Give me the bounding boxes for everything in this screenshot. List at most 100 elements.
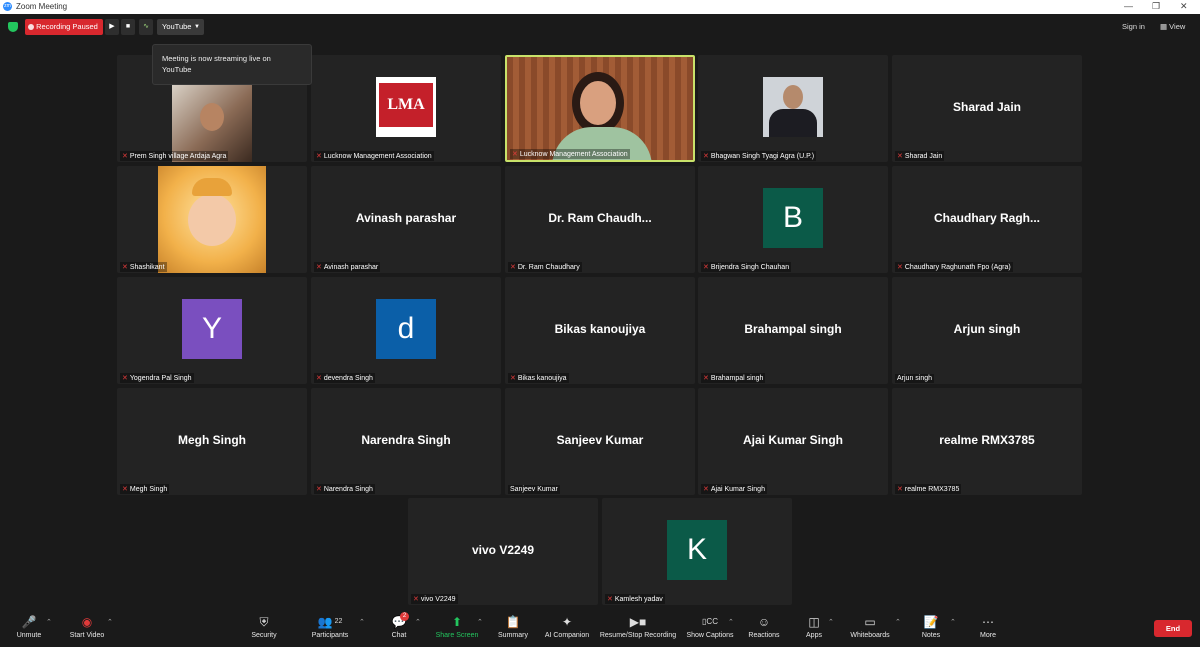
participant-tile[interactable]: d ✕ devendra Singh [311,277,501,384]
participant-tile[interactable]: Sharad Jain ✕ Sharad Jain [892,55,1082,162]
participant-tile[interactable]: ✕ Bhagwan Singh Tyagi Agra (U.P.) [698,55,888,162]
chevron-up-icon[interactable]: ⌃ [728,618,734,626]
reactions-button[interactable]: ☺ Reactions [746,614,782,639]
participant-caption: ✕ Dr. Ram Chaudhary [508,262,582,272]
muted-mic-icon: ✕ [122,153,128,160]
whiteboards-label: Whiteboards [850,632,890,639]
participant-name: Lucknow Management Association [519,151,628,158]
participant-tile[interactable]: realme RMX3785 ✕ realme RMX3785 [892,388,1082,495]
participant-tile[interactable]: Dr. Ram Chaudh... ✕ Dr. Ram Chaudhary [505,166,695,273]
summary-button[interactable]: 📋 Summary [495,614,531,639]
muted-mic-icon: ✕ [607,596,613,603]
security-label: Security [251,632,277,639]
participant-name: Sanjeev Kumar [510,486,558,493]
chevron-up-icon[interactable]: ⌃ [415,618,421,626]
participants-button[interactable]: 👥 22 Participants [307,614,353,639]
stream-target-label: YouTube [162,22,192,31]
participant-tile[interactable]: Sanjeev Kumar Sanjeev Kumar [505,388,695,495]
show-captions-label: Show Captions [686,632,734,639]
participant-caption: ✕ Narendra Singh [314,484,375,494]
stop-recording-button[interactable]: ■ [121,19,135,35]
participant-name: Avinash parashar [323,264,379,271]
encryption-shield-icon[interactable] [8,22,18,32]
participant-tile[interactable]: Ajai Kumar Singh ✕ Ajai Kumar Singh [698,388,888,495]
chevron-up-icon[interactable]: ⌃ [828,618,834,626]
participant-tile[interactable]: Brahampal singh ✕ Brahampal singh [698,277,888,384]
muted-mic-icon: ✕ [316,153,322,160]
participant-caption: ✕ Bhagwan Singh Tyagi Agra (U.P.) [701,151,817,161]
resume-stop-recording-button[interactable]: ▶■ Resume/Stop Recording [596,614,680,639]
muted-mic-icon: ✕ [897,486,903,493]
chevron-up-icon[interactable]: ⌃ [107,618,113,626]
sparkle-icon: ✦ [561,615,573,629]
participant-tile[interactable]: Bikas kanoujiya ✕ Bikas kanoujiya [505,277,695,384]
participant-name: Dr. Ram Chaudhary [517,264,580,271]
chevron-up-icon[interactable]: ⌃ [895,618,901,626]
unmute-button[interactable]: 🎤 Unmute [12,614,46,639]
apps-icon: ◫ [808,615,820,629]
grid-icon: ▦ [1160,22,1170,31]
recording-label: Recording Paused [36,22,98,31]
participant-caption: ✕ realme RMX3785 [895,484,962,494]
muted-mic-icon: ✕ [703,264,709,271]
participant-tile[interactable]: Chaudhary Ragh... ✕ Chaudhary Raghunath Fp… [892,166,1082,273]
more-button[interactable]: ⋯ More [976,614,1000,639]
view-button[interactable]: ▦ View [1160,22,1185,31]
participant-name: Arjun singh [897,375,933,382]
record-controls-icon: ▶■ [629,615,647,629]
minimize-icon[interactable]: — [1124,1,1133,11]
participant-display-name: Chaudhary Ragh... [933,211,1040,225]
chevron-down-icon: ▼ [194,24,200,30]
participant-tile[interactable]: ✕ Shashikant [117,166,307,273]
participant-tile[interactable]: LMA ✕ Lucknow Management Association [311,55,501,162]
participant-tile[interactable]: Narendra Singh ✕ Narendra Singh [311,388,501,495]
participant-caption: ✕ Prem Singh village Ardaja Agra [120,151,229,161]
participant-tile[interactable]: Arjun singh Arjun singh [892,277,1082,384]
ai-companion-button[interactable]: ✦ AI Companion [541,614,593,639]
whiteboards-button[interactable]: ▭ Whiteboards [847,614,893,639]
close-icon[interactable]: ✕ [1180,1,1188,12]
notes-button[interactable]: 📝 Notes [919,614,943,639]
participant-caption: Sanjeev Kumar [508,485,560,494]
resume-recording-button[interactable]: ▶ [105,19,119,35]
participant-caption: ✕ Shashikant [120,262,167,272]
participant-tile[interactable]: Megh Singh ✕ Megh Singh [117,388,307,495]
participant-photo [158,166,266,273]
live-stream-icon[interactable]: ∿ [139,19,153,35]
streaming-tooltip: Meeting is now streaming live on YouTube [152,44,312,85]
ai-companion-label: AI Companion [544,632,590,639]
participant-name: Brijendra Singh Chauhan [710,264,790,271]
participant-name: Sharad Jain [904,153,943,160]
chevron-up-icon[interactable]: ⌃ [477,618,483,626]
chat-button[interactable]: 💬 2 Chat [386,612,412,639]
participant-tile[interactable]: Y ✕ Yogendra Pal Singh [117,277,307,384]
participant-tile[interactable]: ✕ Lucknow Management Association [505,55,695,162]
participant-tile[interactable]: K ✕ Kamlesh yadav [602,498,792,605]
participant-display-name: Megh Singh [178,433,246,447]
participant-caption: ✕ Bikas kanoujiya [508,373,569,383]
end-meeting-button[interactable]: End [1154,620,1192,637]
participant-display-name: Arjun singh [953,322,1021,336]
participant-display-name: Narendra Singh [361,433,451,447]
apps-label: Apps [806,632,822,639]
participant-tile[interactable]: vivo V2249 ✕ vivo V2249 [408,498,598,605]
share-screen-button[interactable]: ⬆ Share Screen [433,614,481,639]
security-button[interactable]: ⛨ Security [246,614,282,639]
chevron-up-icon[interactable]: ⌃ [359,618,365,626]
muted-mic-icon: ✕ [122,264,128,271]
participant-caption: ✕ Brijendra Singh Chauhan [701,262,792,272]
sign-in-link[interactable]: Sign in [1122,22,1145,31]
stream-target-dropdown[interactable]: YouTube ▼ [157,19,204,35]
participant-tile[interactable]: Avinash parashar ✕ Avinash parashar [311,166,501,273]
participant-tile[interactable]: B ✕ Brijendra Singh Chauhan [698,166,888,273]
apps-button[interactable]: ◫ Apps [803,614,825,639]
participant-caption: ✕ Megh Singh [120,484,170,494]
chevron-up-icon[interactable]: ⌃ [950,618,956,626]
restore-icon[interactable]: ❐ [1152,1,1160,12]
more-label: More [980,632,996,639]
chevron-up-icon[interactable]: ⌃ [46,618,52,626]
muted-mic-icon: ✕ [897,153,903,160]
recording-status[interactable]: Recording Paused [25,19,103,35]
start-video-button[interactable]: ◉ Start Video [65,614,109,639]
chat-label: Chat [391,632,407,639]
